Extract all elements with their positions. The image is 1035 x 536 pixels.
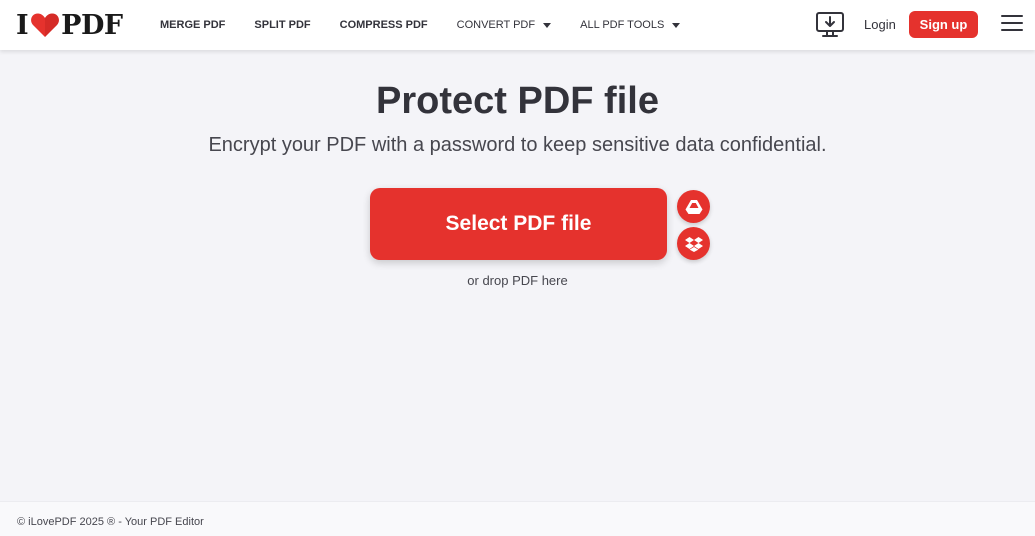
footer: © iLovePDF 2025 ® - Your PDF Editor: [0, 501, 1035, 536]
logo-letter-i: I: [16, 9, 29, 41]
dropbox-icon: [684, 236, 703, 252]
google-drive-button[interactable]: [677, 190, 710, 223]
logo-word-pdf: PDF: [61, 9, 123, 41]
footer-copyright: © iLovePDF 2025 ® - Your PDF Editor: [17, 516, 204, 528]
signup-button[interactable]: Sign up: [909, 11, 978, 38]
main-nav: MERGE PDF SPLIT PDF COMPRESS PDF CONVERT…: [160, 0, 709, 50]
nav-compress-pdf[interactable]: COMPRESS PDF: [340, 19, 428, 31]
nav-convert-pdf-label: CONVERT PDF: [456, 19, 536, 31]
nav-all-pdf-tools-label: ALL PDF TOOLS: [580, 19, 665, 31]
hamburger-menu-icon[interactable]: [1001, 15, 1023, 33]
nav-compress-pdf-label: COMPRESS PDF: [339, 19, 428, 31]
nav-merge-pdf-label: MERGE PDF: [160, 19, 226, 31]
nav-all-pdf-tools-dropdown[interactable]: ALL PDF TOOLS: [580, 19, 681, 31]
page-title: Protect PDF file: [376, 80, 659, 122]
caret-down-icon: [672, 22, 681, 28]
drop-hint-text: or drop PDF here: [467, 273, 568, 288]
page-subtitle: Encrypt your PDF with a password to keep…: [208, 134, 827, 156]
nav-split-pdf-label: SPLIT PDF: [254, 19, 311, 31]
caret-down-icon: [543, 22, 552, 28]
desktop-download-icon[interactable]: [815, 11, 845, 39]
top-navbar: I PDF MERGE PDF SPLIT PDF COMPRESS PDF C…: [0, 0, 1035, 50]
google-drive-icon: [685, 199, 702, 214]
select-pdf-file-button[interactable]: Select PDF file: [370, 188, 667, 260]
dropbox-button[interactable]: [677, 227, 710, 260]
nav-convert-pdf-dropdown[interactable]: CONVERT PDF: [456, 19, 552, 31]
heart-logo-icon: [31, 13, 60, 37]
login-link[interactable]: Login: [864, 17, 896, 32]
nav-split-pdf[interactable]: SPLIT PDF: [254, 19, 310, 31]
ilovepdf-logo[interactable]: I PDF: [16, 9, 123, 41]
nav-merge-pdf[interactable]: MERGE PDF: [160, 19, 225, 31]
